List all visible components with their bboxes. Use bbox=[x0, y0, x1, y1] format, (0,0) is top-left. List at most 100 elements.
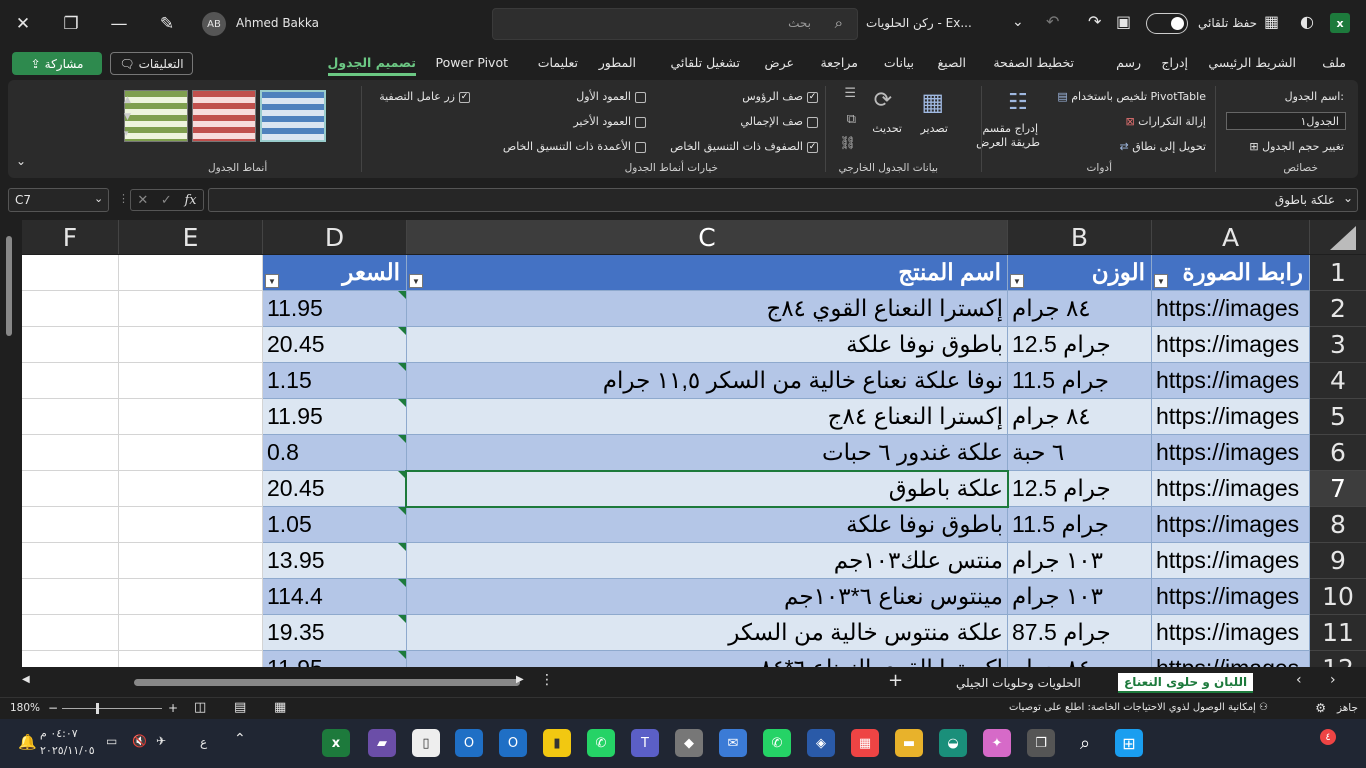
cell-product-name[interactable]: باطوق نوفا علكة bbox=[407, 507, 1008, 543]
tab-draw[interactable]: رسم bbox=[1116, 55, 1141, 70]
header-row-checkbox[interactable]: صف الرؤوس ✓ bbox=[742, 90, 818, 103]
empty-cell[interactable] bbox=[22, 615, 119, 651]
cell-image-url[interactable]: https://images bbox=[1152, 327, 1310, 363]
table-name-input[interactable]: الجدول١ bbox=[1226, 112, 1346, 130]
notepad-icon[interactable]: ▯ bbox=[412, 729, 440, 757]
cell-product-name[interactable]: باطوق نوفا علكة bbox=[407, 327, 1008, 363]
cell-price[interactable]: 13.95 bbox=[263, 543, 407, 579]
zoom-out-icon[interactable]: − bbox=[48, 701, 58, 715]
table-header-cell[interactable]: الوزن ▼ bbox=[1008, 255, 1152, 291]
mail-icon[interactable]: ✉ bbox=[719, 729, 747, 757]
filter-dropdown-icon[interactable]: ▼ bbox=[1154, 274, 1168, 288]
empty-cell[interactable] bbox=[22, 651, 119, 667]
error-indicator-icon[interactable] bbox=[398, 543, 406, 551]
column-header-f[interactable]: F bbox=[22, 220, 119, 254]
tab-view[interactable]: عرض bbox=[765, 55, 794, 70]
formula-input[interactable]: علكة باطوق ⌄ bbox=[208, 188, 1358, 212]
refresh-icon[interactable]: ⟳ bbox=[874, 88, 892, 113]
zoom-slider-thumb[interactable] bbox=[96, 703, 99, 714]
cell-product-name[interactable]: علكة غندور ٦ حبات bbox=[407, 435, 1008, 471]
column-header-c[interactable]: C bbox=[407, 220, 1008, 254]
cell-product-name[interactable]: إكسترا النعناع القوي ٨٤ج bbox=[407, 291, 1008, 327]
coauthor-icon[interactable]: ◐ bbox=[1300, 12, 1314, 31]
column-header-b[interactable]: B bbox=[1008, 220, 1152, 254]
cell-product-name[interactable]: إكسترا النعناع ٨٤ج bbox=[407, 399, 1008, 435]
empty-cell[interactable] bbox=[22, 579, 119, 615]
chevron-down-icon[interactable]: ⌄ bbox=[1012, 14, 1024, 30]
empty-cell[interactable] bbox=[119, 543, 263, 579]
accessibility-status[interactable]: إمكانية الوصول لذوي الاحتياجات الخاصة: ا… bbox=[1009, 702, 1268, 713]
empty-cell[interactable] bbox=[119, 579, 263, 615]
settings-icon[interactable]: ⚙ bbox=[1315, 701, 1326, 715]
tab-home[interactable]: الشريط الرئيسي bbox=[1208, 55, 1296, 70]
empty-cell[interactable] bbox=[22, 507, 119, 543]
table-header-cell[interactable]: السعر ▼ bbox=[263, 255, 407, 291]
chevron-up-icon[interactable]: ⌃ bbox=[234, 731, 246, 747]
filter-dropdown-icon[interactable]: ▼ bbox=[409, 274, 423, 288]
tab-power-pivot[interactable]: Power Pivot bbox=[436, 55, 508, 70]
cell-weight[interactable]: جرام 87.5 bbox=[1008, 615, 1152, 651]
first-column-checkbox[interactable]: العمود الأول bbox=[576, 90, 646, 103]
pen-icon[interactable]: ✎ bbox=[152, 9, 182, 39]
next-sheet-icon[interactable]: › bbox=[1330, 672, 1336, 688]
search-icon[interactable]: ⌕ bbox=[1071, 729, 1099, 757]
cell-price[interactable]: 1.05 bbox=[263, 507, 407, 543]
notification-bell-icon[interactable]: 🔔 bbox=[18, 733, 37, 751]
cancel-icon[interactable]: ✕ bbox=[137, 193, 148, 208]
zoom-in-icon[interactable]: + bbox=[168, 701, 178, 715]
empty-cell[interactable] bbox=[22, 399, 119, 435]
prev-sheet-icon[interactable]: ‹ bbox=[1296, 672, 1302, 688]
tab-page-layout[interactable]: تخطيط الصفحة bbox=[993, 55, 1074, 70]
clipchamp-icon[interactable]: ▰ bbox=[368, 729, 396, 757]
filter-dropdown-icon[interactable]: ▼ bbox=[1010, 274, 1024, 288]
store-icon[interactable]: ▦ bbox=[851, 729, 879, 757]
row-header[interactable]: 10 bbox=[1310, 579, 1366, 615]
cell-weight[interactable]: ١٠٣ جرام bbox=[1008, 579, 1152, 615]
normal-view-icon[interactable]: ▦ bbox=[274, 700, 286, 715]
task-view-icon[interactable]: ❐ bbox=[1027, 729, 1055, 757]
document-title[interactable]: ركن الحلويات - Ex... bbox=[866, 16, 972, 30]
row-header[interactable]: 7 bbox=[1310, 471, 1366, 507]
chevron-down-icon[interactable]: ⌄ bbox=[1343, 191, 1353, 205]
empty-cell[interactable] bbox=[119, 327, 263, 363]
cell-price[interactable]: 20.45 bbox=[263, 327, 407, 363]
power-bi-icon[interactable]: ▮ bbox=[543, 729, 571, 757]
language-indicator[interactable]: ع bbox=[200, 735, 207, 749]
battery-icon[interactable]: ▭ bbox=[106, 734, 117, 748]
row-header[interactable]: 6 bbox=[1310, 435, 1366, 471]
empty-cell[interactable] bbox=[119, 363, 263, 399]
table-style-red[interactable] bbox=[192, 90, 256, 142]
row-header[interactable]: 1 bbox=[1310, 255, 1366, 291]
tab-file[interactable]: ملف bbox=[1322, 55, 1346, 70]
sheet-tab-candy[interactable]: الحلويات وحلويات الجيلي bbox=[950, 673, 1087, 693]
start-windows-icon[interactable]: ⊞ bbox=[1115, 729, 1143, 757]
search-input[interactable]: بحث ⌕ bbox=[492, 8, 858, 40]
empty-cell[interactable] bbox=[119, 507, 263, 543]
page-layout-view-icon[interactable]: ▤ bbox=[234, 700, 246, 715]
chevron-down-icon[interactable]: ⌄ bbox=[94, 192, 103, 205]
zoom-slider[interactable] bbox=[62, 703, 162, 714]
cell-image-url[interactable]: https://images bbox=[1152, 507, 1310, 543]
banded-columns-checkbox[interactable]: الأعمدة ذات التنسيق الخاص bbox=[503, 140, 646, 153]
notification-badge[interactable]: ٤ bbox=[1320, 729, 1336, 745]
vpn-icon[interactable]: ◈ bbox=[807, 729, 835, 757]
empty-cell[interactable] bbox=[119, 399, 263, 435]
empty-cell[interactable] bbox=[119, 615, 263, 651]
row-header[interactable]: 8 bbox=[1310, 507, 1366, 543]
whatsapp-icon[interactable]: ✆ bbox=[763, 729, 791, 757]
tab-formulas[interactable]: الصيغ bbox=[937, 55, 966, 70]
cell-product-name[interactable]: نوفا علكة نعناع خالية من السكر ١١,٥ جرام bbox=[407, 363, 1008, 399]
cell-image-url[interactable]: https://images bbox=[1152, 579, 1310, 615]
cell-weight[interactable]: جرام 11.5 bbox=[1008, 507, 1152, 543]
filter-button-checkbox[interactable]: زر عامل التصفية ✓ bbox=[379, 90, 470, 103]
error-indicator-icon[interactable] bbox=[398, 507, 406, 515]
add-sheet-icon[interactable]: + bbox=[888, 670, 903, 691]
total-row-checkbox[interactable]: صف الإجمالي bbox=[740, 115, 818, 128]
row-header[interactable]: 5 bbox=[1310, 399, 1366, 435]
cell-weight[interactable]: ٦ حبة bbox=[1008, 435, 1152, 471]
empty-cell[interactable] bbox=[22, 435, 119, 471]
unlink-icon[interactable]: ⛓ bbox=[839, 136, 856, 151]
autosave-toggle[interactable] bbox=[1146, 13, 1188, 34]
close-icon[interactable]: ✕ bbox=[8, 9, 38, 39]
tab-table-design[interactable]: تصميم الجدول bbox=[327, 55, 416, 76]
